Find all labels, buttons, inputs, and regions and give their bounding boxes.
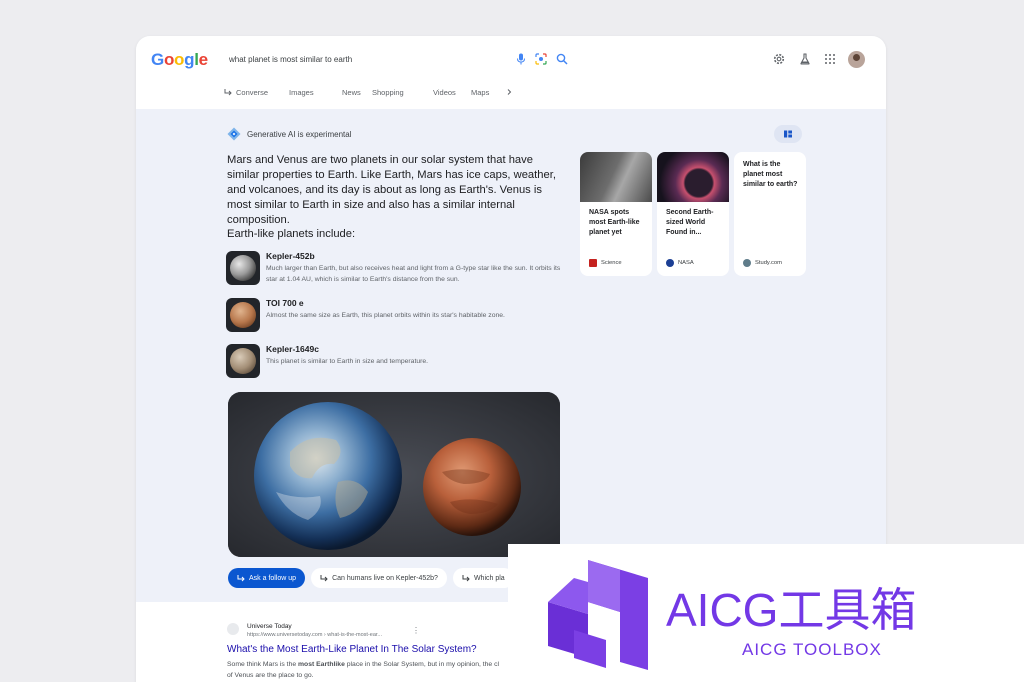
- card-source: NASA: [666, 259, 694, 267]
- microphone-icon[interactable]: [514, 52, 528, 66]
- tab-videos[interactable]: Videos: [433, 84, 471, 100]
- tab-maps[interactable]: Maps: [471, 84, 505, 100]
- planet-thumbnail: [226, 298, 260, 332]
- tab-news[interactable]: News: [342, 84, 372, 100]
- universe-today-favicon-icon: [227, 623, 239, 635]
- layout-panel-icon: [784, 130, 792, 138]
- planet-description: This planet is similar to Earth in size …: [266, 358, 429, 365]
- snippet-text: Some think Mars is the: [227, 661, 299, 668]
- search-tabs: Converse Images News Shopping Videos Map…: [224, 84, 513, 100]
- planet-thumbnail: [226, 344, 260, 378]
- snippet-text: place in the Solar System, but in my opi…: [344, 661, 500, 668]
- planet-description: Almost the same size as Earth, this plan…: [266, 312, 505, 319]
- card-source: Science: [589, 259, 622, 267]
- planet-name: Kepler-1649c: [266, 344, 319, 354]
- earth-mars-image[interactable]: Shutterstock: [228, 392, 560, 557]
- card-title: NASA spots most Earth-like planet yet: [589, 209, 640, 236]
- tab-shopping[interactable]: Shopping: [372, 84, 433, 100]
- result-title-link[interactable]: What's the Most Earth-Like Planet In The…: [227, 644, 477, 655]
- logo-letter: o: [174, 50, 185, 69]
- result-url[interactable]: https://www.universetoday.com › what-is-…: [247, 632, 382, 638]
- logo-letter: o: [163, 50, 175, 69]
- result-snippet: Some think Mars is the most Earthlike pl…: [227, 659, 517, 681]
- followup-chips: Ask a follow up Can humans live on Keple…: [228, 568, 514, 588]
- ai-experimental-label: Generative AI is experimental: [247, 129, 352, 139]
- converse-arrow-icon: [224, 89, 232, 96]
- logo-letter: g: [184, 50, 195, 69]
- planet-list-item[interactable]: Kepler-452b Much larger than Earth, but …: [226, 251, 566, 287]
- tab-converse[interactable]: Converse: [224, 84, 289, 100]
- nasa-favicon-icon: [666, 259, 674, 267]
- chip-label: Which pla: [473, 574, 505, 582]
- reply-arrow-icon: [237, 575, 245, 582]
- card-source: Study.com: [743, 259, 782, 267]
- source-card[interactable]: NASA spots most Earth-like planet yet Sc…: [580, 152, 652, 276]
- layout-toggle-button[interactable]: [774, 125, 802, 143]
- tab-label: News: [342, 87, 361, 97]
- watermark-title: AICG工具箱: [666, 584, 917, 636]
- planets-list-heading: Earth-like planets include:: [227, 228, 356, 240]
- account-avatar[interactable]: [848, 51, 865, 68]
- science-favicon-icon: [589, 259, 597, 267]
- planet-name: Kepler-452b: [266, 251, 315, 261]
- followup-suggestion-chip[interactable]: Can humans live on Kepler-452b?: [311, 568, 447, 588]
- chip-label: Ask a follow up: [249, 574, 297, 582]
- reply-arrow-icon: [320, 575, 328, 582]
- source-card[interactable]: Second Earth-sized World Found in... NAS…: [657, 152, 729, 276]
- google-logo[interactable]: Google: [151, 50, 208, 70]
- reply-arrow-icon: [462, 575, 470, 582]
- labs-flask-icon[interactable]: [798, 52, 812, 66]
- watermark-subtitle: AICG TOOLBOX: [742, 640, 882, 659]
- card-source-label: Study.com: [755, 260, 782, 266]
- snippet-highlight: most Earthlike: [298, 661, 345, 668]
- ask-followup-button[interactable]: Ask a follow up: [228, 568, 306, 588]
- tab-images[interactable]: Images: [289, 84, 342, 100]
- planet-list-item[interactable]: TOI 700 e Almost the same size as Earth,…: [226, 298, 566, 334]
- planet-thumbnail: [226, 251, 260, 285]
- tabs-more-button[interactable]: [505, 84, 513, 100]
- card-source-label: Science: [601, 260, 622, 266]
- search-header: Google what planet is most similar to ea…: [136, 36, 886, 109]
- followup-suggestion-chip[interactable]: Which pla: [452, 568, 514, 588]
- aicg-logo-icon: [548, 560, 648, 670]
- logo-letter: e: [198, 50, 208, 69]
- apps-grid-icon[interactable]: [823, 52, 837, 66]
- settings-gear-icon[interactable]: [772, 52, 786, 66]
- planet-name: TOI 700 e: [266, 298, 304, 308]
- card-thumbnail: [657, 152, 729, 202]
- lens-icon[interactable]: [534, 52, 548, 66]
- result-site-name[interactable]: Universe Today: [247, 623, 292, 630]
- card-source-label: NASA: [678, 260, 694, 266]
- card-title: What is the planet most similar to earth…: [743, 161, 798, 188]
- tab-label: Converse: [236, 87, 269, 97]
- sge-sparkle-icon: [227, 127, 241, 141]
- more-options-icon[interactable]: ⋮: [412, 626, 420, 635]
- tab-label: Videos: [433, 87, 456, 97]
- tab-label: Images: [289, 87, 314, 97]
- planet-list-item[interactable]: Kepler-1649c This planet is similar to E…: [226, 344, 566, 380]
- tab-label: Shopping: [372, 87, 404, 97]
- card-thumbnail: [580, 152, 652, 202]
- chip-label: Can humans live on Kepler-452b?: [332, 574, 438, 582]
- planet-description: Much larger than Earth, but also receive…: [266, 265, 561, 283]
- card-title: Second Earth-sized World Found in...: [666, 209, 714, 236]
- tab-label: Maps: [471, 87, 490, 97]
- source-card[interactable]: What is the planet most similar to earth…: [734, 152, 806, 276]
- search-icon[interactable]: [555, 52, 569, 66]
- logo-letter: G: [151, 50, 164, 69]
- ai-summary-text: Mars and Venus are two planets in our so…: [227, 154, 556, 226]
- snippet-text: of Venus are the place to go.: [227, 672, 314, 679]
- studycom-favicon-icon: [743, 259, 751, 267]
- ai-experimental-header: Generative AI is experimental: [227, 127, 352, 141]
- earth-mars-illustration: [228, 392, 560, 557]
- chevron-right-icon: [507, 89, 512, 95]
